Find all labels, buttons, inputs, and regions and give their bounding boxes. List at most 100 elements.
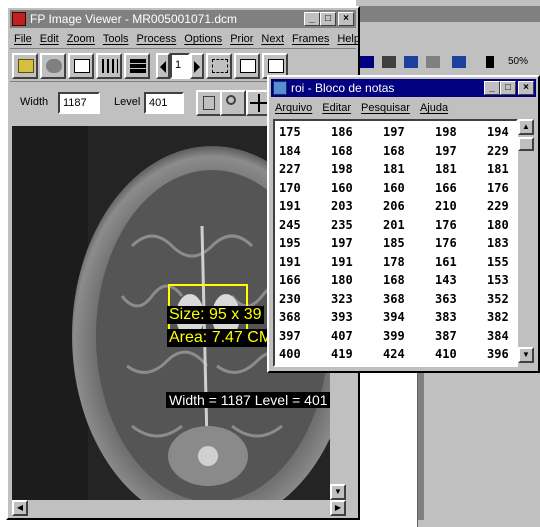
value-cell: 393 xyxy=(331,310,353,324)
value-cell: 230 xyxy=(279,291,301,306)
notepad-scroll-down-button[interactable]: ▼ xyxy=(518,347,534,363)
preset-icon xyxy=(203,96,215,110)
value-cell: 363 xyxy=(435,291,457,306)
value-cell: 194 xyxy=(487,125,509,139)
value-cell: 168 xyxy=(331,143,353,158)
page-button[interactable] xyxy=(68,53,94,79)
value-cell: 400 xyxy=(279,347,301,361)
viewer-title: FP Image Viewer - MR005001071.dcm xyxy=(30,12,237,26)
toolbar-icon[interactable] xyxy=(452,56,466,68)
menu-process[interactable]: Process xyxy=(137,30,177,48)
value-cell: 166 xyxy=(279,273,301,287)
frame-number-field[interactable]: 1 xyxy=(170,53,190,79)
close-button[interactable]: × xyxy=(338,12,354,26)
menu-frames[interactable]: Frames xyxy=(292,30,329,48)
background-window-titlebar[interactable] xyxy=(356,6,540,22)
desktop: 50% FP Image Viewer - MR005001071.dcm _ … xyxy=(0,0,540,527)
scroll-left-button[interactable]: ◀ xyxy=(12,500,28,516)
notepad-scroll-thumb[interactable] xyxy=(518,137,534,151)
page-shadow xyxy=(418,360,424,520)
value-cell: 383 xyxy=(435,310,457,324)
maximize-button[interactable]: □ xyxy=(320,12,336,26)
text-row: 227 198 181 181 181 xyxy=(275,160,515,178)
toolbar-icon[interactable] xyxy=(360,56,374,68)
menu-zoom[interactable]: Zoom xyxy=(67,30,95,48)
menu-next[interactable]: Next xyxy=(261,30,284,48)
export-icon xyxy=(268,59,284,73)
value-cell: 185 xyxy=(383,236,405,250)
zoom-level[interactable]: 50% xyxy=(508,56,528,67)
value-cell: 186 xyxy=(331,125,353,139)
viewer-titlebar[interactable]: FP Image Viewer - MR005001071.dcm _ □ × xyxy=(10,10,356,28)
menu-editar[interactable]: Editar xyxy=(322,99,351,117)
value-cell: 197 xyxy=(383,125,405,139)
app-icon[interactable] xyxy=(12,12,26,26)
value-cell: 178 xyxy=(383,254,405,269)
value-cell: 397 xyxy=(279,328,301,343)
notepad-scroll-up-button[interactable]: ▲ xyxy=(518,119,534,135)
open-folder-button[interactable] xyxy=(12,53,38,79)
paragraph-icon[interactable] xyxy=(486,56,494,68)
next-frame-button[interactable] xyxy=(190,53,204,79)
notepad-titlebar[interactable]: roi - Bloco de notas _ □ × xyxy=(271,79,536,97)
grid-layout-button[interactable] xyxy=(124,53,150,79)
menu-pesquisar[interactable]: Pesquisar xyxy=(361,99,410,117)
text-row: 230 323 368 363 352 xyxy=(275,290,515,308)
value-cell: 197 xyxy=(331,236,353,250)
toolbar-icon[interactable] xyxy=(382,56,396,68)
menu-tools[interactable]: Tools xyxy=(103,30,129,48)
scroll-right-button[interactable]: ▶ xyxy=(330,500,346,516)
folder-icon xyxy=(18,59,34,73)
menu-ajuda[interactable]: Ajuda xyxy=(420,99,448,117)
disk-button[interactable] xyxy=(40,53,66,79)
filmstrip-button[interactable] xyxy=(96,53,122,79)
menu-arquivo[interactable]: Arquivo xyxy=(275,99,312,117)
value-cell: 176 xyxy=(435,217,457,232)
text-row: 184 168 168 197 229 xyxy=(275,142,515,160)
magnifier-button[interactable] xyxy=(220,90,246,116)
window-level-overlay: Width = 1187 Level = 401 xyxy=(166,392,330,408)
notepad-window: roi - Bloco de notas _ □ × Arquivo Edita… xyxy=(267,75,540,373)
text-row: 400 419 424 410 396 xyxy=(275,345,515,363)
value-cell: 191 xyxy=(279,254,301,269)
notepad-vertical-scrollbar[interactable]: ▲ ▼ xyxy=(518,119,534,367)
notepad-maximize-button[interactable]: □ xyxy=(500,81,516,95)
value-cell: 198 xyxy=(331,162,353,176)
value-cell: 170 xyxy=(279,180,301,195)
notepad-minimize-button[interactable]: _ xyxy=(484,81,500,95)
value-cell: 197 xyxy=(435,143,457,158)
value-cell: 191 xyxy=(279,199,301,213)
menu-file[interactable]: File xyxy=(14,30,32,48)
value-cell: 410 xyxy=(435,347,457,361)
notepad-text-area[interactable]: 175 186 197 198 194 184 168 168 197 229 227 198 181 1… xyxy=(273,119,518,367)
toolbar-icon[interactable] xyxy=(404,56,418,68)
level-field[interactable]: 401 xyxy=(144,92,184,114)
previous-frame-button[interactable] xyxy=(156,53,170,79)
scroll-down-button[interactable]: ▼ xyxy=(330,484,346,500)
value-cell: 203 xyxy=(331,199,353,213)
window-controls: _ □ × xyxy=(304,12,354,26)
roi-select-button[interactable] xyxy=(206,53,232,79)
filmstrip-icon xyxy=(102,59,118,73)
menu-options[interactable]: Options xyxy=(184,30,222,48)
value-cell: 384 xyxy=(487,328,509,343)
menu-edit[interactable]: Edit xyxy=(40,30,59,48)
value-cell: 160 xyxy=(383,180,405,195)
toolbar-icon[interactable] xyxy=(426,56,440,68)
value-cell: 229 xyxy=(487,199,509,213)
minimize-button[interactable]: _ xyxy=(304,12,320,26)
value-cell: 210 xyxy=(435,199,457,213)
value-cell: 368 xyxy=(383,291,405,306)
notepad-close-button[interactable]: × xyxy=(518,81,534,95)
width-field[interactable]: 1187 xyxy=(58,92,100,114)
menu-prior[interactable]: Prior xyxy=(230,30,253,48)
window-preset-button[interactable] xyxy=(196,90,222,116)
horizontal-scrollbar[interactable]: ◀ ▶ xyxy=(12,500,346,516)
arrow-left-icon xyxy=(160,61,166,73)
notepad-app-icon[interactable] xyxy=(273,81,287,95)
value-cell: 183 xyxy=(487,236,509,250)
copy-button[interactable] xyxy=(234,53,260,79)
menu-help[interactable]: Help xyxy=(337,30,360,48)
text-row: 166 180 168 143 153 xyxy=(275,271,515,289)
text-row: 245 235 201 176 180 xyxy=(275,216,515,234)
